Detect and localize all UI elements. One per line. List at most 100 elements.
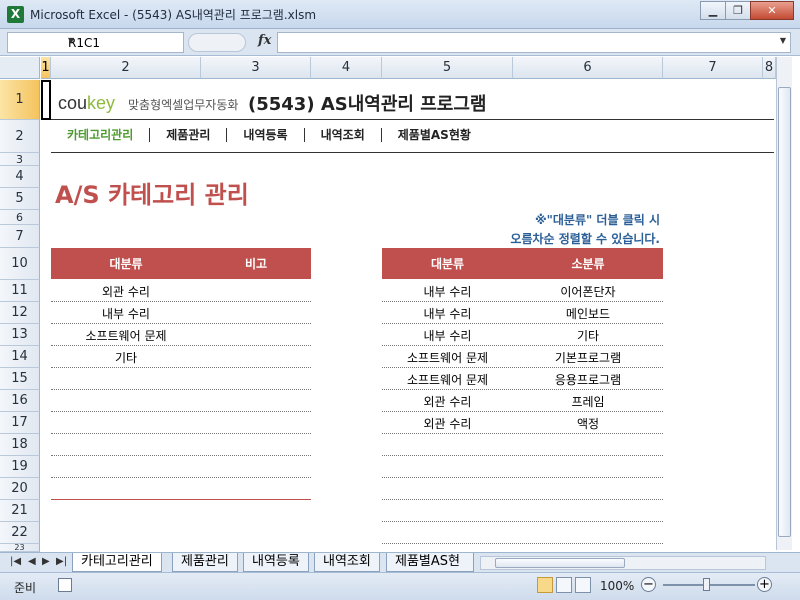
normal-view-icon[interactable] bbox=[537, 577, 553, 593]
restore-button[interactable]: ❐ bbox=[725, 1, 751, 20]
tab-register[interactable]: 내역등록 bbox=[243, 553, 309, 572]
column-header[interactable]: 4 bbox=[311, 57, 382, 79]
table-row[interactable]: 기타 bbox=[51, 346, 311, 368]
table-row[interactable]: 내부 수리 기타 bbox=[382, 324, 663, 346]
status-ready: 준비 bbox=[14, 581, 37, 595]
table-row[interactable] bbox=[382, 456, 663, 478]
row-header[interactable]: 15 bbox=[0, 368, 40, 390]
table-row[interactable]: 내부 수리 메인보드 bbox=[382, 302, 663, 324]
close-button[interactable]: ✕ bbox=[750, 1, 794, 20]
column-header[interactable]: 5 bbox=[382, 57, 513, 79]
cell-major: 내부 수리 bbox=[423, 285, 472, 299]
row-header[interactable]: 20 bbox=[0, 478, 40, 500]
vertical-scrollbar[interactable] bbox=[776, 57, 792, 550]
row-header[interactable]: 4 bbox=[0, 166, 40, 188]
row-header[interactable]: 10 bbox=[0, 248, 40, 280]
row-header[interactable]: 2 bbox=[0, 120, 40, 153]
table-row[interactable]: 외관 수리 액정 bbox=[382, 412, 663, 434]
zoom-level[interactable]: 100% bbox=[600, 579, 634, 593]
sheet-tab-bar: |◀ ◀ ▶ ▶| 카테고리관리 제품관리 내역등록 내역조회 제품별AS현 bbox=[0, 552, 800, 572]
nav-item-products[interactable]: 제품관리 bbox=[150, 128, 228, 142]
expand-formula-icon[interactable]: ▼ bbox=[780, 36, 786, 45]
row-header[interactable]: 1 bbox=[0, 80, 40, 120]
table-row[interactable] bbox=[51, 368, 311, 390]
zoom-out-icon[interactable]: − bbox=[641, 577, 656, 592]
minimize-button[interactable]: ▁ bbox=[700, 1, 726, 20]
table-row[interactable] bbox=[51, 456, 311, 478]
table-row[interactable]: 외관 수리 프레임 bbox=[382, 390, 663, 412]
prev-sheet-icon[interactable]: ◀ bbox=[28, 556, 36, 567]
table-row[interactable]: 내부 수리 이어폰단자 bbox=[382, 280, 663, 302]
name-box[interactable]: R1C1 ▼ bbox=[7, 32, 184, 53]
header-major-category[interactable]: 대분류 bbox=[51, 248, 201, 279]
cell-major: 내부 수리 bbox=[102, 307, 150, 321]
first-sheet-icon[interactable]: |◀ bbox=[10, 556, 21, 567]
insert-function-icon[interactable]: fx bbox=[258, 33, 271, 48]
table-row[interactable] bbox=[51, 390, 311, 412]
table-row[interactable] bbox=[382, 478, 663, 500]
tab-search[interactable]: 내역조회 bbox=[314, 553, 380, 572]
table-row[interactable]: 외관 수리 bbox=[51, 280, 311, 302]
row-header[interactable]: 19 bbox=[0, 456, 40, 478]
zoom-slider-handle[interactable] bbox=[703, 578, 710, 591]
row-header[interactable]: 3 bbox=[0, 153, 40, 166]
column-header[interactable]: 2 bbox=[51, 57, 201, 79]
row-header[interactable]: 17 bbox=[0, 412, 40, 434]
table-row[interactable] bbox=[382, 500, 663, 522]
row-header[interactable]: 16 bbox=[0, 390, 40, 412]
table-row[interactable]: 내부 수리 bbox=[51, 302, 311, 324]
row-header[interactable]: 5 bbox=[0, 188, 40, 210]
category-table: 대분류 비고 외관 수리 내부 수리 소프트웨어 문제 기타 bbox=[51, 248, 311, 500]
active-cell[interactable] bbox=[41, 80, 51, 120]
row-header[interactable]: 11 bbox=[0, 280, 40, 302]
page-layout-view-icon[interactable] bbox=[556, 577, 572, 593]
row-header[interactable]: 18 bbox=[0, 434, 40, 456]
column-header[interactable]: 1 bbox=[41, 57, 51, 79]
excel-icon[interactable]: X bbox=[7, 6, 24, 23]
cell-major: 내부 수리 bbox=[423, 307, 472, 321]
formula-toggle[interactable] bbox=[188, 33, 246, 52]
cell-major: 소프트웨어 문제 bbox=[85, 329, 167, 343]
vertical-scroll-thumb[interactable] bbox=[778, 87, 791, 537]
row-header[interactable]: 12 bbox=[0, 302, 40, 324]
macro-record-icon[interactable] bbox=[58, 578, 72, 592]
program-title: (5543) AS내역관리 프로그램 bbox=[248, 94, 487, 115]
table-row[interactable] bbox=[51, 478, 311, 500]
table-row[interactable]: 소프트웨어 문제 bbox=[51, 324, 311, 346]
table-row[interactable]: 소프트웨어 문제 기본프로그램 bbox=[382, 346, 663, 368]
page-break-view-icon[interactable] bbox=[575, 577, 591, 593]
table-row[interactable] bbox=[51, 434, 311, 456]
row-header[interactable]: 23 bbox=[0, 544, 40, 552]
column-header[interactable]: 6 bbox=[513, 57, 663, 79]
table-row[interactable] bbox=[382, 434, 663, 456]
last-sheet-icon[interactable]: ▶| bbox=[56, 556, 67, 567]
row-header[interactable]: 13 bbox=[0, 324, 40, 346]
formula-input[interactable]: ▼ bbox=[277, 32, 791, 53]
tab-product-status[interactable]: 제품별AS현 bbox=[386, 553, 474, 572]
row-header[interactable]: 21 bbox=[0, 500, 40, 522]
tab-products[interactable]: 제품관리 bbox=[172, 553, 238, 572]
table-row[interactable] bbox=[382, 522, 663, 544]
column-header[interactable]: 3 bbox=[201, 57, 311, 79]
horizontal-scrollbar[interactable] bbox=[480, 556, 766, 570]
select-all-corner[interactable] bbox=[0, 57, 40, 79]
row-header[interactable]: 6 bbox=[0, 210, 40, 225]
nav-item-search[interactable]: 내역조회 bbox=[305, 128, 382, 142]
table-row[interactable]: 소프트웨어 문제 응용프로그램 bbox=[382, 368, 663, 390]
next-sheet-icon[interactable]: ▶ bbox=[42, 556, 50, 567]
zoom-in-icon[interactable]: + bbox=[757, 577, 772, 592]
tab-category[interactable]: 카테고리관리 bbox=[72, 553, 162, 572]
horizontal-scroll-thumb[interactable] bbox=[495, 558, 625, 568]
nav-item-product-status[interactable]: 제품별AS현황 bbox=[382, 128, 487, 142]
row-header[interactable]: 7 bbox=[0, 225, 40, 248]
row-header[interactable]: 22 bbox=[0, 522, 40, 544]
header-major-category[interactable]: 대분류 bbox=[382, 248, 513, 279]
column-header[interactable]: 7 bbox=[663, 57, 763, 79]
cell-major: 외관 수리 bbox=[423, 417, 472, 431]
chevron-down-icon[interactable]: ▼ bbox=[68, 36, 179, 45]
nav-item-register[interactable]: 내역등록 bbox=[227, 128, 305, 142]
nav-item-category[interactable]: 카테고리관리 bbox=[51, 128, 151, 142]
column-header[interactable]: 8 bbox=[763, 57, 776, 79]
row-header[interactable]: 14 bbox=[0, 346, 40, 368]
table-row[interactable] bbox=[51, 412, 311, 434]
